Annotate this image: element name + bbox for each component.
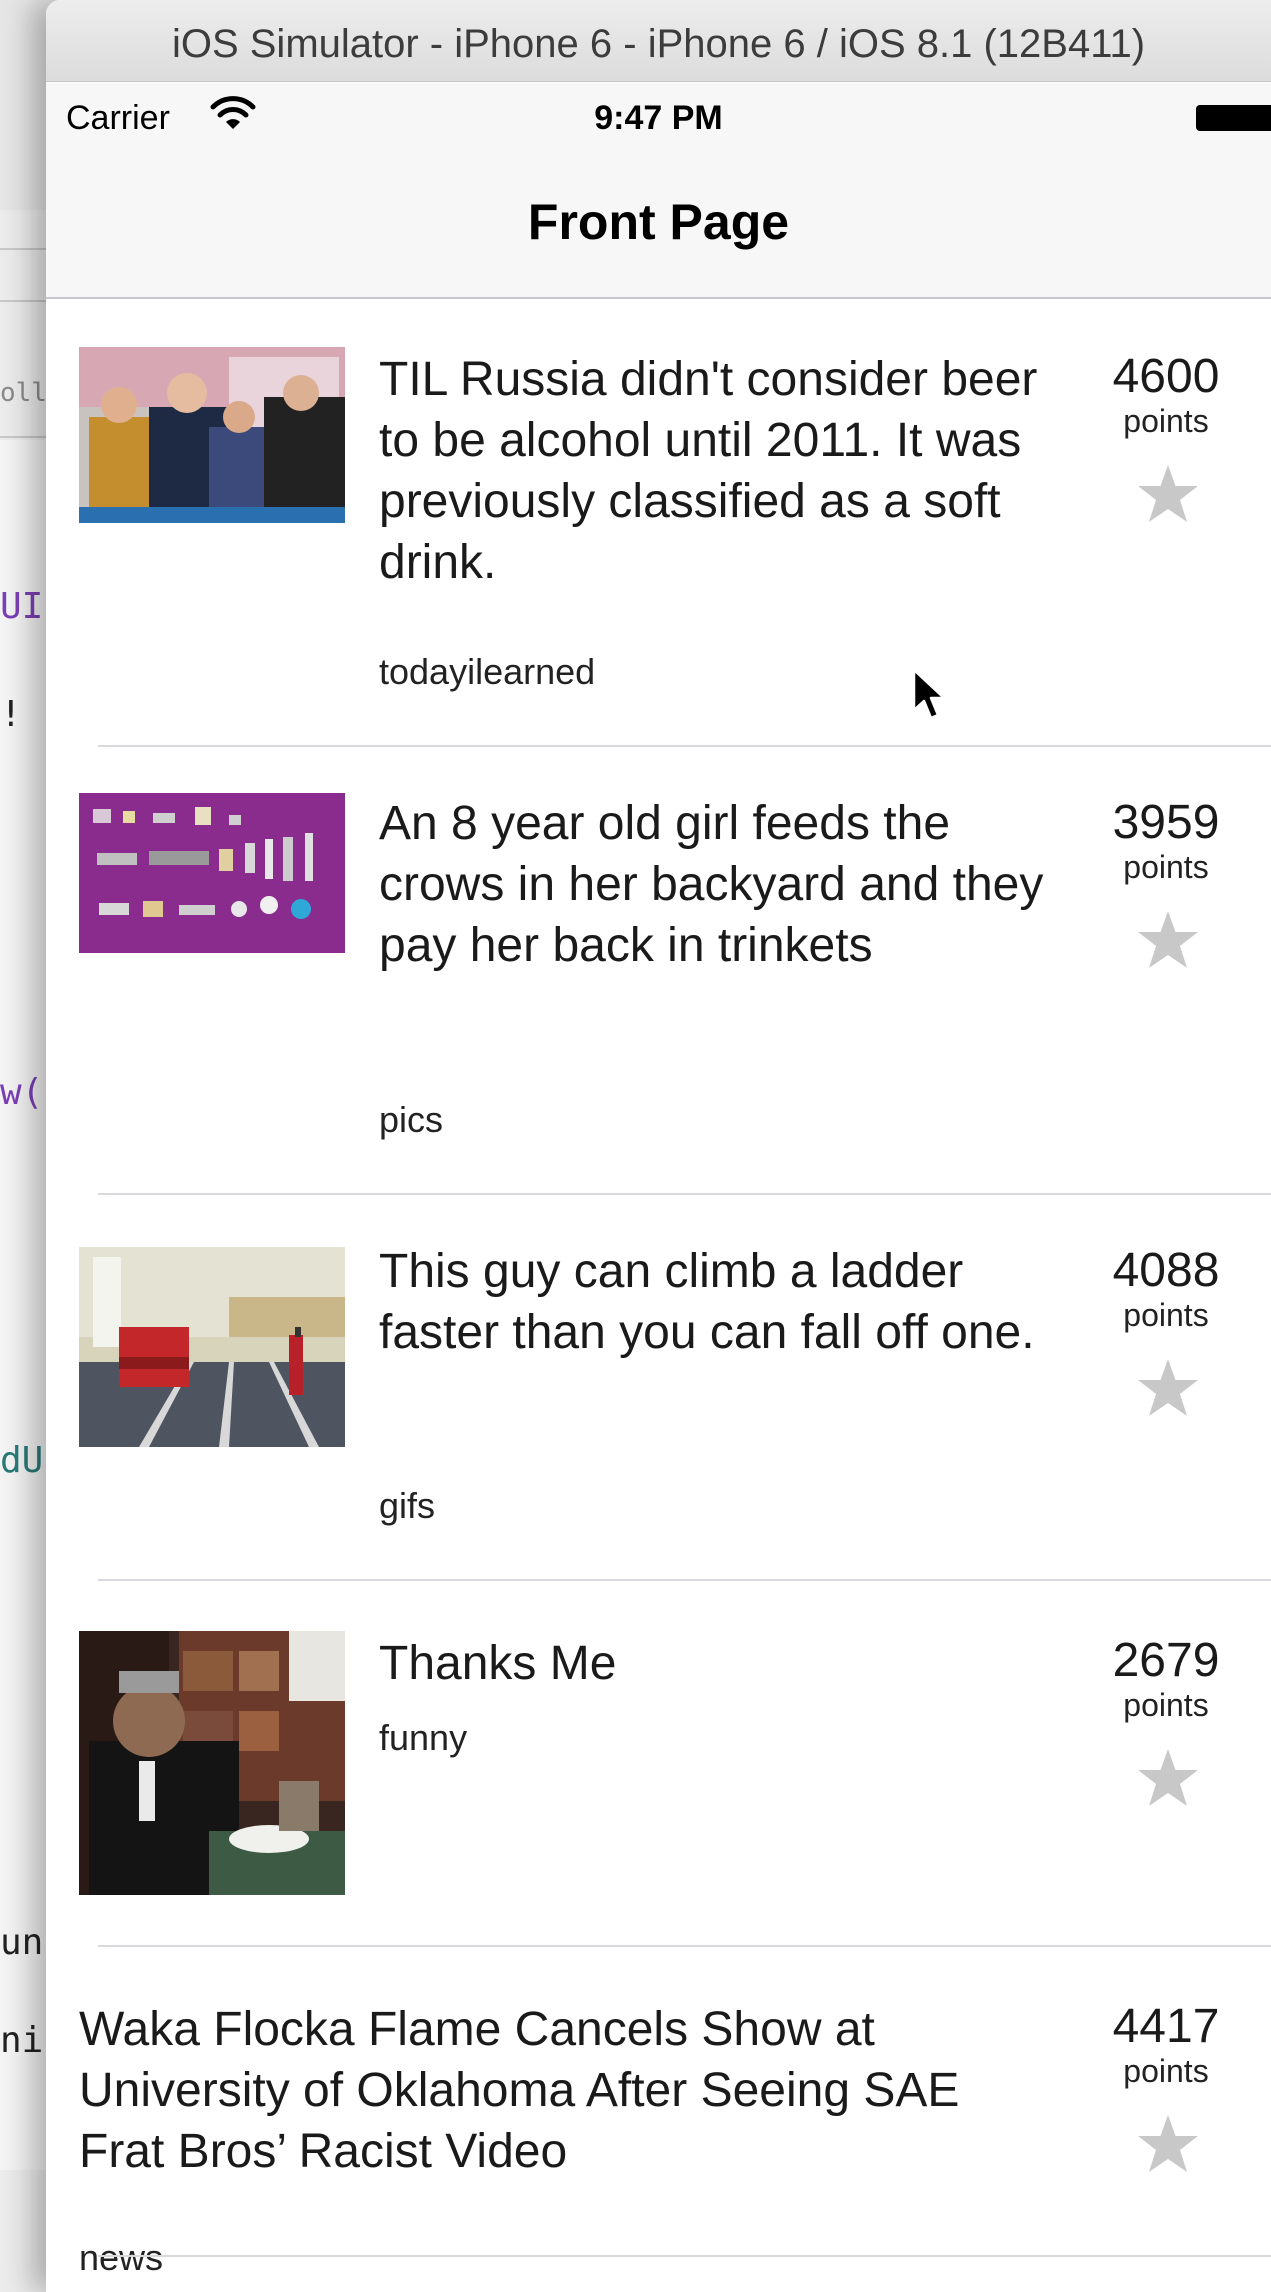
post-score: 4600 points: [1106, 350, 1226, 440]
post-subreddit: todayilearned: [379, 651, 596, 692]
photo-thumbnail: [79, 1247, 345, 1447]
post-row[interactable]: Thanks Me funny 2679 points: [46, 1581, 1271, 1947]
navigation-bar: Front Page: [46, 153, 1271, 299]
cursor-icon: [912, 668, 946, 720]
score-value: 4417: [1112, 2000, 1220, 2053]
score-value: 4600: [1112, 350, 1220, 403]
status-time: 9:47 PM: [594, 99, 723, 137]
score-points-label: points: [1123, 849, 1209, 885]
post-subreddit: news: [79, 2237, 164, 2278]
simulator-titlebar[interactable]: iOS Simulator - iPhone 6 - iPhone 6 / iO…: [46, 0, 1271, 82]
score-points-label: points: [1123, 1297, 1209, 1333]
photo-thumbnail: [79, 1631, 345, 1895]
score-value: 3959: [1112, 796, 1220, 849]
simulator-window: iOS Simulator - iPhone 6 - iPhone 6 / iO…: [46, 0, 1271, 2292]
post-row[interactable]: This guy can climb a ladder faster than …: [46, 1195, 1271, 1581]
post-title[interactable]: This guy can climb a ladder faster than …: [379, 1241, 1079, 1363]
post-subreddit: funny: [379, 1717, 468, 1758]
editor-code-fragment: UI: [0, 586, 44, 627]
photo-thumbnail: [79, 793, 345, 953]
score-value: 4088: [1112, 1244, 1220, 1297]
score-points-label: points: [1123, 1687, 1209, 1723]
star-icon[interactable]: [1136, 909, 1200, 971]
post-thumbnail[interactable]: [79, 1631, 345, 1895]
post-score: 4417 points: [1106, 2000, 1226, 2090]
score-points-label: points: [1123, 403, 1209, 439]
score-value: 2679: [1112, 1634, 1220, 1687]
star-icon[interactable]: [1136, 463, 1200, 525]
post-thumbnail[interactable]: [79, 347, 345, 523]
post-thumbnail[interactable]: [79, 1247, 345, 1447]
post-subreddit: pics: [379, 1099, 444, 1140]
post-score: 2679 points: [1106, 1634, 1226, 1724]
photo-thumbnail: [79, 347, 345, 523]
star-icon[interactable]: [1136, 2113, 1200, 2175]
star-icon[interactable]: [1136, 1357, 1200, 1419]
post-subreddit: gifs: [379, 1485, 436, 1526]
status-bar: Carrier 9:47 PM: [46, 83, 1271, 153]
editor-code-fragment: !: [0, 694, 22, 735]
editor-code-fragment: un: [0, 1922, 44, 1963]
post-row[interactable]: TIL Russia didn't consider beer to be al…: [46, 301, 1271, 747]
page-title: Front Page: [527, 194, 790, 250]
simulator-window-title: iOS Simulator - iPhone 6 - iPhone 6 / iO…: [171, 22, 1146, 66]
post-title[interactable]: TIL Russia didn't consider beer to be al…: [379, 349, 1079, 593]
post-title[interactable]: Waka Flocka Flame Cancels Show at Univer…: [79, 1999, 1039, 2182]
editor-code-fragment: ni: [0, 2020, 44, 2061]
post-list[interactable]: TIL Russia didn't consider beer to be al…: [46, 301, 1271, 2278]
post-row[interactable]: An 8 year old girl feeds the crows in he…: [46, 747, 1271, 1195]
editor-code-fragment: dU: [0, 1440, 44, 1481]
post-score: 3959 points: [1106, 796, 1226, 886]
post-title[interactable]: An 8 year old girl feeds the crows in he…: [379, 793, 1079, 976]
post-score: 4088 points: [1106, 1244, 1226, 1334]
battery-icon: [1196, 105, 1271, 131]
post-title[interactable]: Thanks Me: [379, 1633, 1079, 1694]
post-thumbnail[interactable]: [79, 793, 345, 953]
post-row[interactable]: Waka Flocka Flame Cancels Show at Univer…: [46, 1947, 1271, 2278]
editor-code-fragment: w(: [0, 1072, 44, 1113]
score-points-label: points: [1123, 2053, 1209, 2089]
star-icon[interactable]: [1136, 1747, 1200, 1809]
